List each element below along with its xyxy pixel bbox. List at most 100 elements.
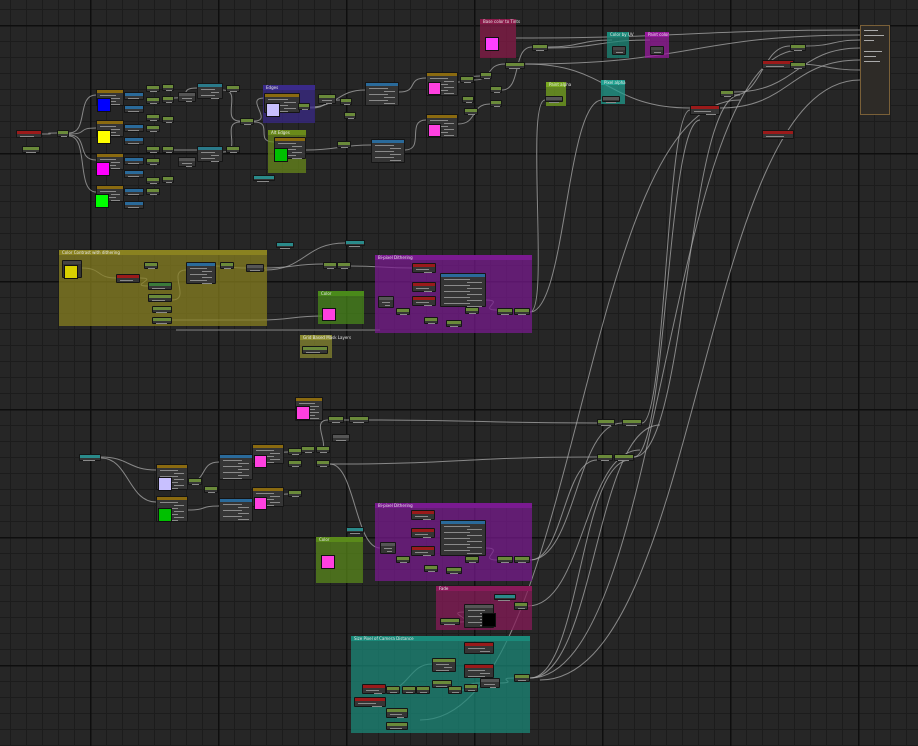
graph-node[interactable]: [762, 130, 794, 139]
node-header[interactable]: [345, 113, 355, 116]
node-header[interactable]: [413, 297, 435, 300]
node-header[interactable]: [615, 455, 633, 458]
node-header[interactable]: [23, 147, 39, 150]
graph-node[interactable]: [396, 308, 410, 315]
node-header[interactable]: [125, 158, 143, 161]
node-header[interactable]: [397, 557, 409, 560]
color-swatch-blue[interactable]: [97, 98, 111, 112]
graph-node[interactable]: [720, 90, 734, 97]
color-swatch-black-fade[interactable]: [482, 613, 496, 627]
node-header[interactable]: [317, 447, 329, 450]
node-graph-canvas[interactable]: Base color to Tints Edges Alt Edges Color b…: [0, 0, 918, 746]
graph-node[interactable]: [152, 317, 172, 324]
node-header[interactable]: [447, 568, 461, 571]
wire[interactable]: [529, 49, 801, 679]
graph-node[interactable]: [323, 262, 337, 269]
graph-node[interactable]: [514, 308, 530, 315]
node-header[interactable]: [125, 138, 143, 141]
wire[interactable]: [259, 315, 324, 321]
wire[interactable]: [529, 422, 623, 561]
node-header[interactable]: [163, 85, 173, 88]
graph-node[interactable]: [124, 124, 144, 132]
graph-node[interactable]: [365, 82, 399, 106]
graph-node[interactable]: [440, 618, 460, 625]
graph-node[interactable]: [448, 686, 462, 694]
node-header[interactable]: [791, 63, 805, 66]
graph-node[interactable]: [328, 416, 344, 423]
graph-node[interactable]: [612, 46, 626, 55]
node-header[interactable]: [289, 491, 301, 494]
node-header[interactable]: [221, 263, 233, 266]
graph-node[interactable]: [116, 274, 140, 283]
color-swatch-magenta-tint[interactable]: [485, 37, 499, 51]
node-header[interactable]: [125, 171, 143, 174]
graph-node[interactable]: [152, 306, 172, 313]
wire[interactable]: [515, 29, 861, 39]
node-header[interactable]: [347, 528, 363, 531]
wire[interactable]: [529, 459, 598, 561]
node-header[interactable]: [253, 488, 283, 491]
node-header[interactable]: [481, 679, 499, 682]
graph-node[interactable]: [465, 307, 479, 314]
graph-node[interactable]: [402, 686, 416, 694]
node-header[interactable]: [296, 398, 322, 401]
graph-node[interactable]: [411, 546, 435, 556]
graph-node[interactable]: [790, 44, 806, 51]
graph-node[interactable]: [412, 282, 436, 292]
graph-node[interactable]: [146, 85, 160, 92]
node-header[interactable]: [403, 687, 415, 690]
graph-node[interactable]: [124, 157, 144, 165]
wire[interactable]: [368, 419, 598, 424]
graph-node[interactable]: [146, 97, 160, 104]
wire[interactable]: [68, 127, 97, 135]
wire[interactable]: [187, 505, 220, 511]
wire[interactable]: [398, 77, 427, 93]
graph-node[interactable]: [440, 520, 486, 556]
wire[interactable]: [805, 39, 861, 47]
node-header[interactable]: [387, 723, 407, 726]
node-header[interactable]: [317, 461, 329, 464]
node-header[interactable]: [603, 97, 619, 100]
node-header[interactable]: [147, 115, 159, 118]
wire[interactable]: [222, 89, 241, 122]
node-header[interactable]: [372, 140, 404, 143]
wire[interactable]: [329, 463, 381, 549]
node-header[interactable]: [387, 687, 399, 690]
graph-node[interactable]: [146, 177, 160, 184]
graph-node[interactable]: [148, 294, 172, 302]
color-swatch-pink-low-2[interactable]: [254, 497, 267, 510]
node-header[interactable]: [791, 45, 805, 48]
node-header[interactable]: [425, 318, 437, 321]
node-header[interactable]: [329, 417, 343, 420]
node-header[interactable]: [97, 154, 123, 157]
color-swatch-green-low[interactable]: [158, 508, 172, 522]
graph-node[interactable]: [162, 116, 174, 123]
wire[interactable]: [263, 263, 324, 269]
node-header[interactable]: [465, 109, 477, 112]
node-header[interactable]: [433, 659, 455, 662]
node-header[interactable]: [303, 347, 327, 350]
node-header[interactable]: [289, 449, 301, 452]
graph-node[interactable]: [144, 262, 158, 269]
node-header[interactable]: [147, 147, 159, 150]
node-header[interactable]: [247, 265, 263, 268]
node-header[interactable]: [463, 97, 473, 100]
graph-node[interactable]: [146, 146, 160, 153]
graph-node[interactable]: [146, 188, 160, 195]
graph-node[interactable]: [494, 594, 516, 601]
node-header[interactable]: [366, 83, 398, 86]
node-header[interactable]: [379, 297, 393, 300]
graph-node[interactable]: [219, 498, 253, 522]
graph-node[interactable]: [124, 201, 144, 209]
node-header[interactable]: [417, 687, 429, 690]
node-header[interactable]: [198, 147, 222, 150]
graph-node[interactable]: [124, 170, 144, 178]
node-header[interactable]: [465, 643, 493, 646]
graph-node[interactable]: [505, 62, 525, 69]
node-header[interactable]: [465, 605, 493, 608]
node-header[interactable]: [63, 261, 81, 264]
graph-node[interactable]: [464, 642, 494, 654]
graph-node[interactable]: [146, 158, 160, 165]
graph-node[interactable]: [332, 434, 350, 442]
graph-node[interactable]: [226, 85, 240, 92]
